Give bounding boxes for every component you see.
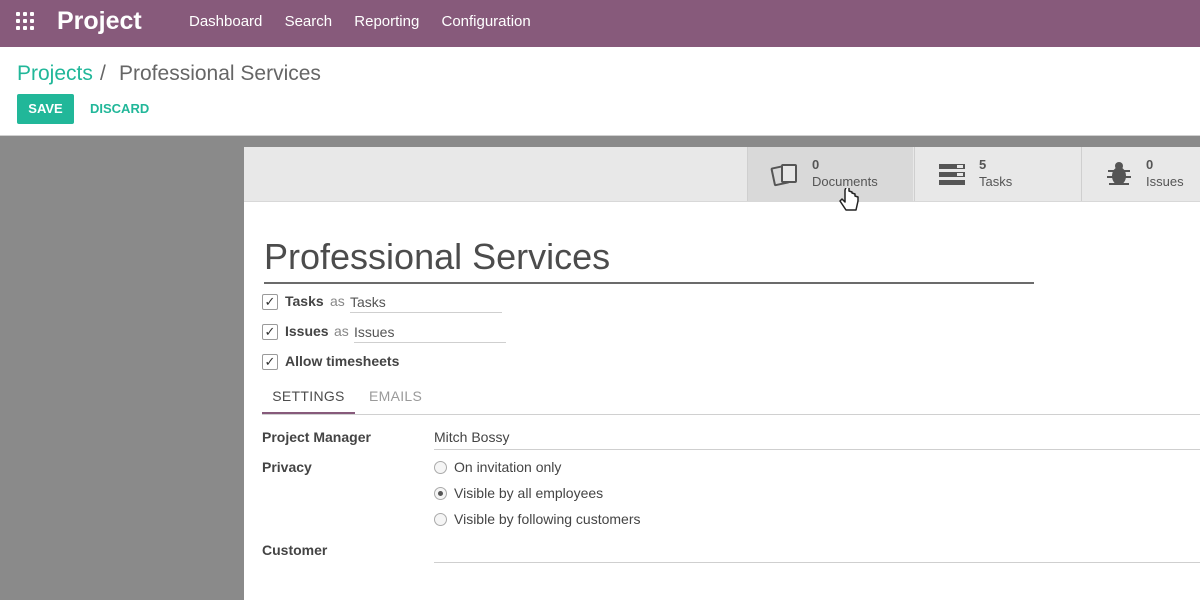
privacy-option-label: Visible by all employees <box>454 485 604 501</box>
documents-button[interactable]: 0 Documents <box>747 147 913 201</box>
menu-reporting[interactable]: Reporting <box>354 13 419 30</box>
project-manager-label: Project Manager <box>262 429 371 445</box>
issues-label: Issues <box>1146 174 1184 189</box>
tasks-icon <box>939 164 965 185</box>
issues-alias-input[interactable]: Issues <box>354 324 506 343</box>
breadcrumb-current: Professional Services <box>119 62 321 85</box>
menu-dashboard[interactable]: Dashboard <box>189 13 262 30</box>
main-menu: Dashboard Search Reporting Configuration <box>189 13 549 30</box>
customer-field[interactable] <box>434 542 1200 563</box>
customer-label: Customer <box>262 542 328 558</box>
breadcrumb-projects[interactable]: Projects <box>17 62 93 86</box>
radio-employees[interactable] <box>434 487 447 500</box>
hand-cursor-icon <box>839 188 859 211</box>
tasks-checkbox-label: Tasks <box>285 293 324 309</box>
documents-icon <box>770 164 797 187</box>
radio-customers[interactable] <box>434 513 447 526</box>
issues-count: 0 <box>1146 157 1154 172</box>
control-panel: Projects / Professional Services SAVE DI… <box>0 47 1200 136</box>
privacy-option-label: Visible by following customers <box>454 511 641 527</box>
documents-count: 0 <box>812 157 820 172</box>
app-title[interactable]: Project <box>57 7 142 36</box>
project-name-field[interactable]: Professional Services <box>264 236 1034 284</box>
smart-button-box: 0 Documents 5 Tasks 0 Issues <box>244 147 1200 202</box>
project-manager-field[interactable]: Mitch Bossy <box>434 429 1200 450</box>
discard-button[interactable]: DISCARD <box>90 101 149 116</box>
notebook-tabs: SETTINGS EMAILS <box>262 382 1200 415</box>
tasks-as-label: as <box>330 293 345 309</box>
documents-label: Documents <box>812 174 878 189</box>
privacy-option-label: On invitation only <box>454 459 562 475</box>
radio-invitation[interactable] <box>434 461 447 474</box>
issues-button[interactable]: 0 Issues <box>1081 147 1200 201</box>
top-navbar: Project Dashboard Search Reporting Confi… <box>0 0 1200 47</box>
tasks-label: Tasks <box>979 174 1013 189</box>
form-sheet: 0 Documents 5 Tasks 0 Issues Professiona… <box>244 147 1200 600</box>
issues-checkbox-label: Issues <box>285 323 329 339</box>
menu-configuration[interactable]: Configuration <box>441 13 530 30</box>
tasks-button[interactable]: 5 Tasks <box>914 147 1080 201</box>
breadcrumb-separator: / <box>100 62 106 85</box>
apps-grid-icon[interactable] <box>16 12 34 30</box>
issues-as-label: as <box>334 323 349 339</box>
tasks-alias-input[interactable]: Tasks <box>350 294 502 313</box>
tasks-checkbox[interactable]: ✓ <box>262 294 278 310</box>
privacy-label: Privacy <box>262 459 312 475</box>
menu-search[interactable]: Search <box>285 13 333 30</box>
tab-emails[interactable]: EMAILS <box>369 388 422 412</box>
issues-checkbox[interactable]: ✓ <box>262 324 278 340</box>
timesheets-checkbox[interactable]: ✓ <box>262 354 278 370</box>
tab-settings[interactable]: SETTINGS <box>262 388 355 414</box>
timesheets-checkbox-label: Allow timesheets <box>285 353 400 369</box>
save-button[interactable]: SAVE <box>17 94 74 124</box>
tasks-count: 5 <box>979 157 987 172</box>
bug-icon <box>1107 162 1131 185</box>
